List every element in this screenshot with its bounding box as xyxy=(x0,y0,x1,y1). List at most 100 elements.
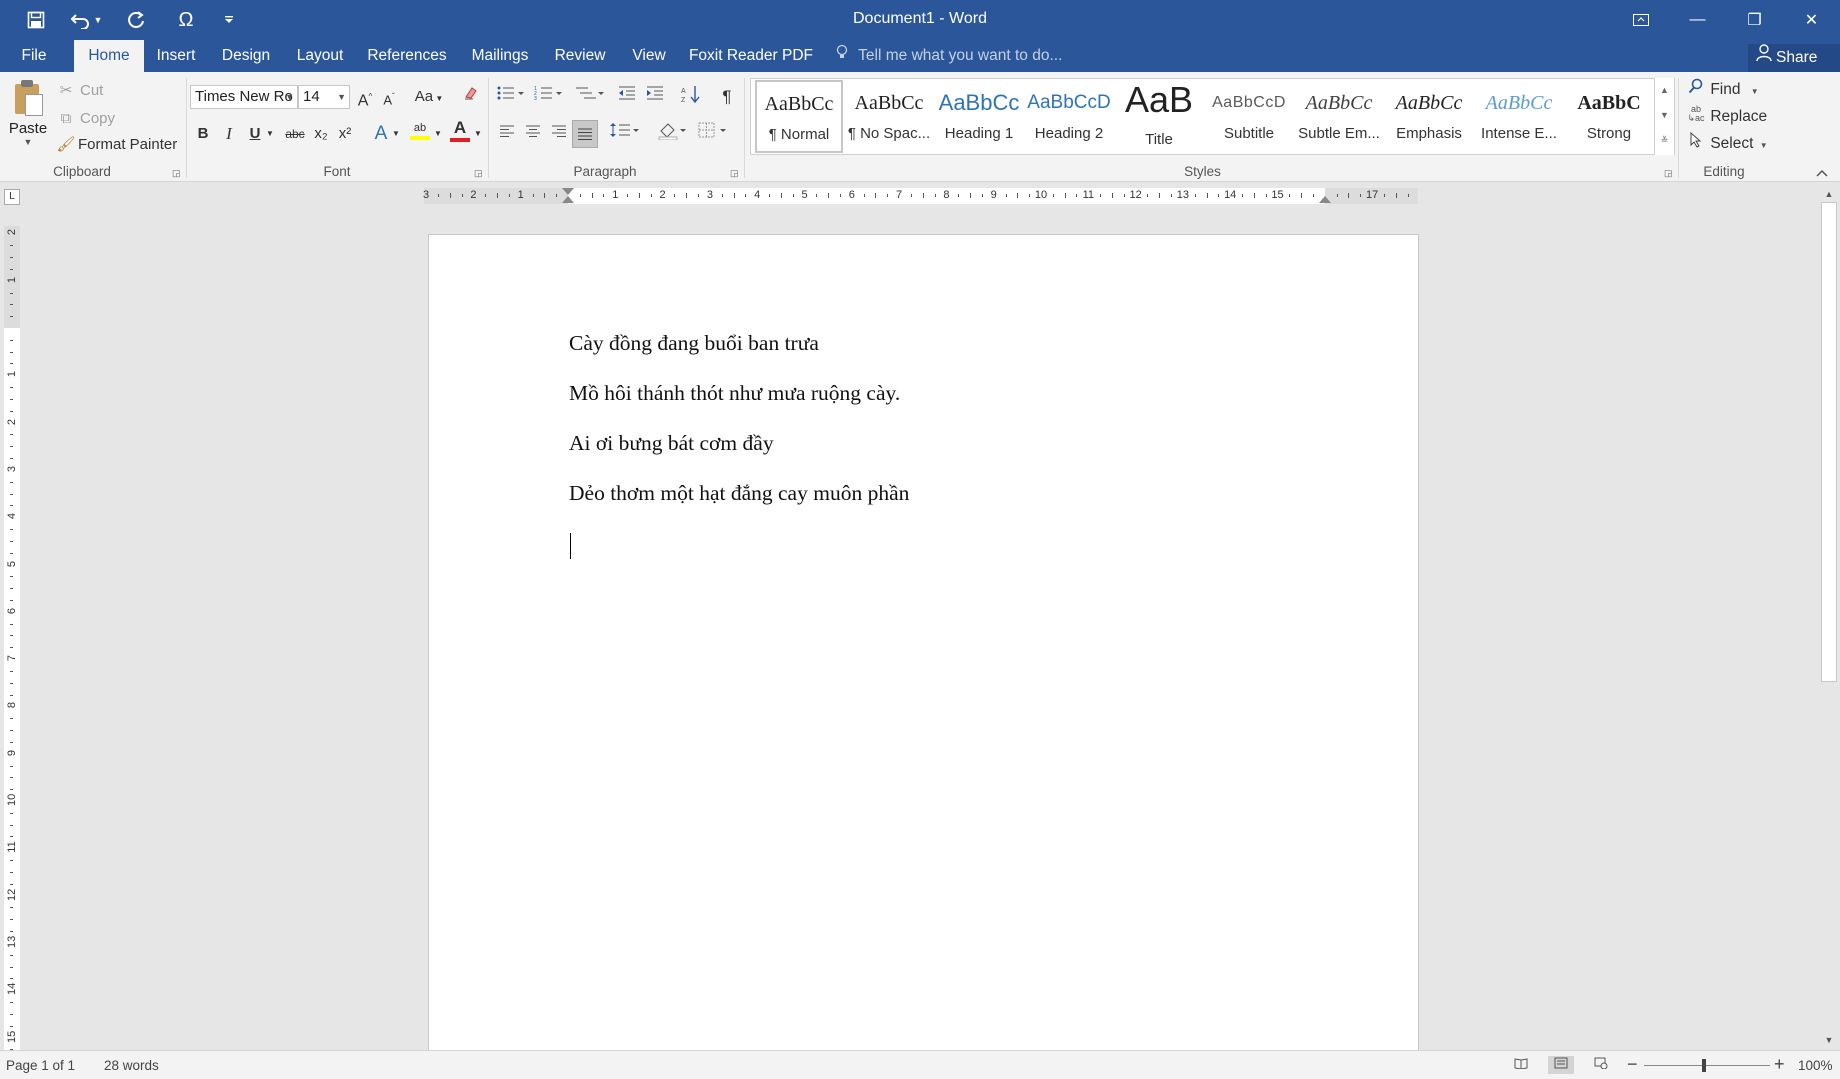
font-name-dropdown[interactable]: Times New Ro ▼ xyxy=(190,85,298,109)
paste-button[interactable]: Paste ▼ xyxy=(8,78,48,160)
highlight-button[interactable]: ab xyxy=(408,120,432,144)
tab-foxit-reader-pdf[interactable]: Foxit Reader PDF xyxy=(686,40,816,72)
customize-quick-access-icon[interactable] xyxy=(214,6,244,34)
zoom-in-button[interactable]: + xyxy=(1774,1054,1785,1075)
redo-icon[interactable] xyxy=(114,6,158,34)
style-no-spacing[interactable]: AaBbCc ¶ No Spac... xyxy=(845,81,933,152)
gallery-scroll-up-icon[interactable]: ▲ xyxy=(1655,78,1674,103)
clear-formatting-icon[interactable] xyxy=(460,85,482,109)
document-line[interactable]: Mồ hôi thánh thót như mưa ruộng cày. xyxy=(569,381,900,406)
close-button[interactable]: ✕ xyxy=(1783,0,1840,40)
shading-icon[interactable] xyxy=(656,122,690,146)
zoom-slider-thumb[interactable] xyxy=(1702,1059,1706,1072)
page-count-status[interactable]: Page 1 of 1 xyxy=(6,1058,75,1073)
style-intense-emphasis[interactable]: AaBbCc Intense E... xyxy=(1475,81,1563,152)
restore-button[interactable]: ❐ xyxy=(1726,0,1783,40)
save-icon[interactable] xyxy=(14,6,58,34)
italic-button[interactable]: I xyxy=(218,122,240,146)
tab-view[interactable]: View xyxy=(624,40,674,72)
replace-button[interactable]: ab ↳ac Replace xyxy=(1686,105,1767,126)
tab-design[interactable]: Design xyxy=(212,40,280,72)
word-count-status[interactable]: 28 words xyxy=(104,1058,159,1073)
underline-dropdown-icon[interactable]: ▼ xyxy=(264,122,276,146)
align-center-icon[interactable] xyxy=(522,122,544,146)
style-heading-1[interactable]: AaBbCc Heading 1 xyxy=(935,81,1023,152)
numbering-icon[interactable]: 123 xyxy=(532,85,564,109)
paste-dropdown-icon[interactable]: ▼ xyxy=(8,137,48,147)
strikethrough-button[interactable]: abc xyxy=(280,122,310,146)
font-dialog-launcher-icon[interactable]: ◲ xyxy=(474,168,483,179)
vertical-ruler[interactable]: 2 1 1 2 3 4 5 6 7 8 9 10 11 12 13 14 15 xyxy=(4,226,20,1051)
tab-selector[interactable]: L xyxy=(4,189,20,205)
shrink-font-button[interactable]: Aˇ xyxy=(378,85,400,109)
clipboard-dialog-launcher-icon[interactable]: ◲ xyxy=(172,168,181,179)
first-line-indent-marker[interactable] xyxy=(562,188,574,195)
right-indent-marker[interactable] xyxy=(1319,196,1331,203)
align-right-icon[interactable] xyxy=(548,122,570,146)
zoom-level[interactable]: 100% xyxy=(1798,1058,1833,1073)
cut-button[interactable]: ✂ Cut xyxy=(56,80,104,100)
scroll-down-icon[interactable]: ▼ xyxy=(1818,1032,1840,1048)
tab-file[interactable]: File xyxy=(0,40,68,72)
tab-insert[interactable]: Insert xyxy=(150,40,202,72)
undo-icon[interactable]: ▼ xyxy=(64,6,108,34)
gallery-scroll-down-icon[interactable]: ▼ xyxy=(1655,103,1674,128)
font-color-button[interactable]: A xyxy=(448,118,472,142)
superscript-button[interactable]: x² xyxy=(334,122,356,146)
tab-review[interactable]: Review xyxy=(548,40,612,72)
document-line[interactable]: Cày đồng đang buổi ban trưa xyxy=(569,331,819,356)
paragraph-dialog-launcher-icon[interactable]: ◲ xyxy=(730,168,739,179)
sort-icon[interactable]: AZ xyxy=(680,85,702,109)
borders-icon[interactable] xyxy=(696,122,730,146)
document-line[interactable]: Ai ơi bưng bát cơm đầy xyxy=(569,431,774,456)
increase-indent-icon[interactable] xyxy=(644,85,666,109)
select-button[interactable]: Select ▼ xyxy=(1686,131,1768,153)
multilevel-list-icon[interactable] xyxy=(572,85,606,109)
share-button[interactable]: Share xyxy=(1748,44,1840,72)
underline-button[interactable]: U xyxy=(244,122,266,146)
format-painter-button[interactable]: 🖌 Format Painter xyxy=(56,134,177,154)
horizontal-ruler[interactable]: 3 2 1 1 2 3 4 5 6 7 8 9 10 11 12 13 14 15 17 xyxy=(423,188,1418,204)
hanging-indent-marker[interactable] xyxy=(562,196,574,203)
tell-me-search[interactable]: Tell me what you want to do... xyxy=(836,40,1062,72)
font-size-dropdown[interactable]: 14 ▼ xyxy=(298,85,350,109)
decrease-indent-icon[interactable] xyxy=(616,85,638,109)
bold-button[interactable]: B xyxy=(192,122,214,146)
tab-layout[interactable]: Layout xyxy=(290,40,350,72)
bullets-icon[interactable] xyxy=(494,85,526,109)
zoom-out-button[interactable]: − xyxy=(1627,1054,1638,1075)
style-heading-2[interactable]: AaBbCcD Heading 2 xyxy=(1025,81,1113,152)
text-effects-dropdown-icon[interactable]: ▼ xyxy=(390,122,402,146)
style-subtitle[interactable]: AaBbCcD Subtitle xyxy=(1205,81,1293,152)
grow-font-button[interactable]: A^ xyxy=(354,85,376,109)
zoom-slider[interactable] xyxy=(1644,1065,1770,1066)
scroll-up-icon[interactable]: ▲ xyxy=(1818,186,1840,202)
minimize-button[interactable]: — xyxy=(1669,0,1726,40)
copy-button[interactable]: ⧉ Copy xyxy=(56,108,115,128)
highlight-dropdown-icon[interactable]: ▼ xyxy=(432,122,444,146)
line-spacing-icon[interactable] xyxy=(608,122,642,146)
tab-references[interactable]: References xyxy=(362,40,452,72)
vertical-scrollbar[interactable]: ▲ ▼ xyxy=(1818,184,1840,1050)
show-formatting-marks-button[interactable]: ¶ xyxy=(716,85,738,109)
ribbon-display-options-icon[interactable] xyxy=(1612,0,1669,40)
styles-dialog-launcher-icon[interactable]: ◲ xyxy=(1664,168,1673,179)
print-layout-icon[interactable] xyxy=(1548,1056,1574,1074)
text-effects-button[interactable]: A xyxy=(370,122,392,146)
style-strong[interactable]: AaBbC Strong xyxy=(1565,81,1653,152)
justify-icon[interactable] xyxy=(572,120,598,148)
find-button[interactable]: Find ▼ xyxy=(1686,78,1759,99)
gallery-more-icon[interactable]: ≚ xyxy=(1655,128,1674,153)
tab-mailings[interactable]: Mailings xyxy=(464,40,536,72)
style-emphasis[interactable]: AaBbCc Emphasis xyxy=(1385,81,1473,152)
style-normal[interactable]: AaBbCc ¶ Normal xyxy=(755,80,843,153)
scrollbar-thumb[interactable] xyxy=(1821,202,1837,682)
select-dropdown-icon[interactable]: ▼ xyxy=(1760,141,1768,150)
align-left-icon[interactable] xyxy=(496,122,518,146)
find-dropdown-icon[interactable]: ▼ xyxy=(1751,87,1759,96)
style-subtle-emphasis[interactable]: AaBbCc Subtle Em... xyxy=(1295,81,1383,152)
font-color-dropdown-icon[interactable]: ▼ xyxy=(472,122,484,146)
read-mode-icon[interactable] xyxy=(1508,1056,1534,1074)
document-page[interactable]: Cày đồng đang buổi ban trưa Mồ hôi thánh… xyxy=(428,234,1419,1054)
tab-home[interactable]: Home xyxy=(74,40,144,72)
